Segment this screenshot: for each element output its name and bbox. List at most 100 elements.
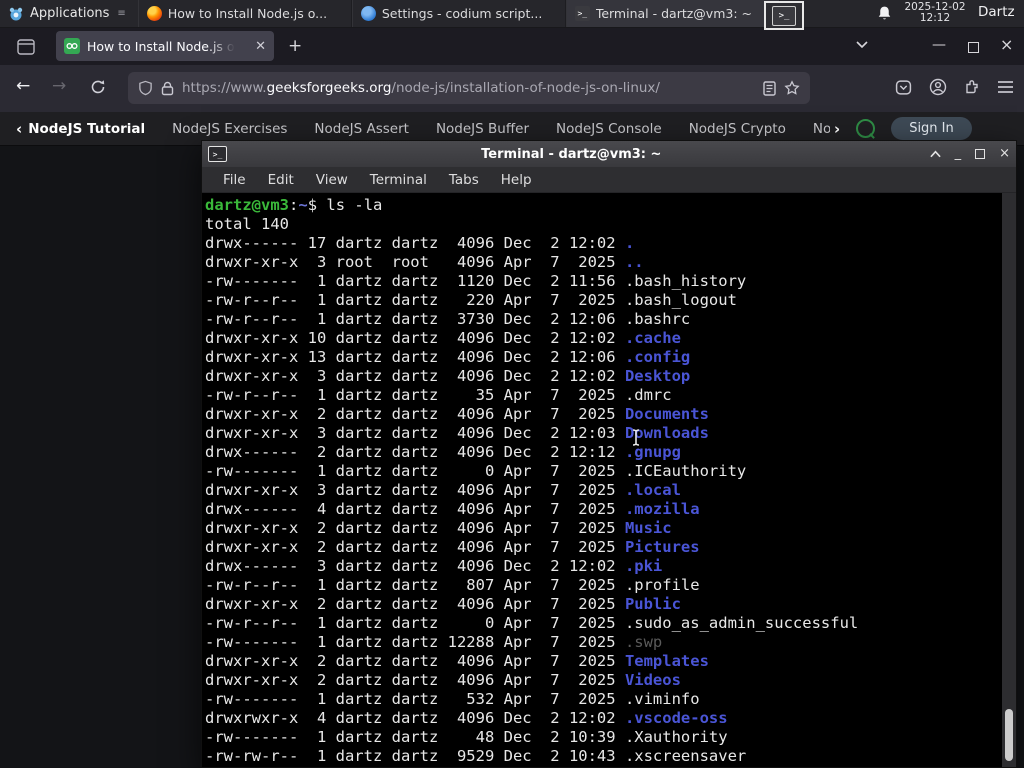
new-tab-button[interactable]: +	[288, 36, 302, 56]
file-meta: drwx------ 3 dartz dartz 4096 Dec 2 12:0…	[205, 557, 625, 575]
site-nav-item[interactable]: NodeJS Console	[556, 121, 662, 137]
sign-in-button[interactable]: Sign In	[891, 117, 972, 140]
notification-bell-icon[interactable]	[876, 5, 893, 22]
tab-close-icon[interactable]: ✕	[255, 39, 266, 54]
site-nav-item[interactable]: NodeJS Assert	[314, 121, 409, 137]
user-menu[interactable]: Dartz	[978, 4, 1015, 20]
vscodium-icon	[360, 6, 376, 21]
file-meta: drwxr-xr-x 2 dartz dartz 4096 Apr 7 2025	[205, 405, 625, 423]
file-name: Public	[624, 595, 681, 613]
file-meta: drwxr-xr-x 3 dartz dartz 4096 Dec 2 12:0…	[205, 367, 625, 385]
forward-button[interactable]: →	[52, 76, 66, 96]
file-name: .ICEauthority	[624, 462, 747, 480]
terminal-titlebar[interactable]: >_ Terminal - dartz@vm3: ~ _ ×	[202, 141, 1016, 167]
file-meta: -rw------- 1 dartz dartz 1120 Dec 2 11:5…	[205, 272, 625, 290]
lock-icon[interactable]	[161, 81, 174, 96]
site-nav-item[interactable]: ‹ NodeJS Tutorial	[16, 120, 145, 138]
file-name: .bash_history	[624, 272, 747, 290]
tray-terminal-indicator[interactable]: >_	[764, 1, 804, 30]
terminal-shade-button[interactable]	[929, 150, 941, 158]
panel-window-button[interactable]: How to Install Node.js o...	[137, 0, 352, 27]
file-meta: drwxr-xr-x 2 dartz dartz 4096 Apr 7 2025	[205, 538, 625, 556]
terminal-output-line: drwxr-xr-x 2 dartz dartz 4096 Apr 7 2025…	[205, 538, 1016, 557]
terminal-menu-help[interactable]: Help	[490, 172, 543, 188]
extensions-icon[interactable]	[964, 79, 980, 96]
file-meta: -rw-r--r-- 1 dartz dartz 35 Apr 7 2025	[205, 386, 625, 404]
window-close-button[interactable]: ×	[1000, 35, 1013, 54]
panel-clock[interactable]: 2025-12-02 12:12	[902, 2, 968, 24]
firefox-nav-toolbar: ← → https://www.geeksforgeeks.org/node-j…	[0, 65, 1024, 113]
site-nav-item-label: NodeJS Assert	[314, 120, 409, 137]
file-meta: drwx------ 4 dartz dartz 4096 Apr 7 2025	[205, 500, 625, 518]
clock-time: 12:12	[919, 12, 951, 24]
file-name: .config	[624, 348, 691, 366]
menu-hamburger-icon[interactable]	[997, 80, 1014, 94]
applications-menu-button[interactable]: Applications ≡	[0, 0, 134, 27]
site-nav-item[interactable]: NodeJS Crypto	[689, 121, 786, 137]
file-meta: -rw------- 1 dartz dartz 48 Dec 2 10:39	[205, 728, 625, 746]
file-name: .cache	[624, 329, 681, 347]
file-meta: -rw-r--r-- 1 dartz dartz 0 Apr 7 2025	[205, 614, 625, 632]
terminal-menu-edit[interactable]: Edit	[257, 172, 305, 188]
file-meta: -rw-r--r-- 1 dartz dartz 220 Apr 7 2025	[205, 291, 625, 309]
firefox-view-icon[interactable]	[12, 35, 40, 59]
reload-button[interactable]	[90, 79, 106, 95]
tab-title: How to Install Node.js on	[87, 38, 235, 54]
file-meta: drwxr-xr-x 2 dartz dartz 4096 Apr 7 2025	[205, 595, 625, 613]
panel-window-title: Terminal - dartz@vm3: ~	[595, 6, 752, 21]
reader-mode-icon[interactable]	[763, 80, 776, 96]
site-nav-item[interactable]: NodeJS Buffer	[436, 121, 529, 137]
account-icon[interactable]	[929, 78, 947, 96]
panel-window-button[interactable]: Settings - codium script...	[351, 0, 566, 27]
toolbar-right-icons	[895, 78, 1014, 96]
tab-list-chevron-icon[interactable]	[855, 39, 869, 49]
url-bar[interactable]: https://www.geeksforgeeks.org/node-js/in…	[128, 72, 810, 104]
search-icon[interactable]	[856, 119, 876, 138]
terminal-icon: >_	[574, 6, 590, 21]
panel-window-title: How to Install Node.js o...	[167, 6, 328, 21]
file-name: .vscode-oss	[624, 709, 728, 727]
terminal-minimize-button[interactable]: _	[955, 147, 962, 160]
browser-tab[interactable]: How to Install Node.js on ✕	[56, 31, 274, 61]
terminal-close-button[interactable]: ×	[999, 147, 1010, 160]
file-name: .dmrc	[624, 386, 672, 404]
chevron-right-icon[interactable]: ›	[834, 120, 840, 138]
back-button[interactable]: ←	[16, 76, 30, 96]
terminal-menu-terminal[interactable]: Terminal	[359, 172, 438, 188]
pocket-icon[interactable]	[895, 79, 912, 96]
file-meta: -rw------- 1 dartz dartz 0 Apr 7 2025	[205, 462, 625, 480]
terminal-menu-file[interactable]: File	[212, 172, 257, 188]
applications-icon	[8, 6, 24, 22]
panel-window-button[interactable]: >_ Terminal - dartz@vm3: ~	[565, 0, 780, 27]
shield-icon[interactable]	[138, 80, 153, 96]
terminal-output-line: -rw-r--r-- 1 dartz dartz 220 Apr 7 2025 …	[205, 291, 1016, 310]
terminal-screen[interactable]: dartz@vm3:~$ ls -la total 140 drwx------…	[202, 193, 1016, 767]
window-minimize-button[interactable]: —	[932, 37, 946, 53]
window-maximize-button[interactable]	[968, 42, 979, 53]
terminal-output-line: -rw------- 1 dartz dartz 0 Apr 7 2025 .I…	[205, 462, 1016, 481]
url-text: https://www.geeksforgeeks.org/node-js/in…	[182, 80, 755, 96]
file-name: .swp	[624, 633, 663, 651]
site-nav-item-label: NodeJS Console	[556, 120, 662, 137]
file-meta: -rw------- 1 dartz dartz 532 Apr 7 2025	[205, 690, 625, 708]
file-meta: -rw-r--r-- 1 dartz dartz 807 Apr 7 2025	[205, 576, 625, 594]
file-name: .bashrc	[624, 310, 691, 328]
terminal-menu-view[interactable]: View	[305, 172, 359, 188]
terminal-output-line: -rw-r--r-- 1 dartz dartz 807 Apr 7 2025 …	[205, 576, 1016, 595]
terminal-output-line: drwxr-xr-x 2 dartz dartz 4096 Apr 7 2025…	[205, 405, 1016, 424]
file-name: .mozilla	[624, 500, 700, 518]
prompt-symbol: $	[307, 196, 318, 214]
file-name: ..	[624, 253, 644, 271]
file-meta: drwxr-xr-x 2 dartz dartz 4096 Apr 7 2025	[205, 652, 625, 670]
terminal-tray-icon: >_	[772, 5, 796, 26]
terminal-scrollbar-thumb[interactable]	[1005, 709, 1013, 761]
terminal-output-line: drwxr-xr-x 3 dartz dartz 4096 Dec 2 12:0…	[205, 367, 1016, 386]
terminal-output-line: -rw-r--r-- 1 dartz dartz 35 Apr 7 2025 .…	[205, 386, 1016, 405]
bookmark-star-icon[interactable]	[784, 80, 800, 96]
terminal-scrollbar[interactable]	[1002, 193, 1016, 767]
terminal-maximize-button[interactable]	[975, 149, 986, 159]
terminal-menu-tabs[interactable]: Tabs	[438, 172, 490, 188]
panel-window-buttons: How to Install Node.js o... Settings - co…	[137, 0, 780, 27]
terminal-output-line: drwxr-xr-x 3 dartz dartz 4096 Dec 2 12:0…	[205, 424, 1016, 443]
site-nav-item[interactable]: NodeJS Exercises	[172, 121, 287, 137]
